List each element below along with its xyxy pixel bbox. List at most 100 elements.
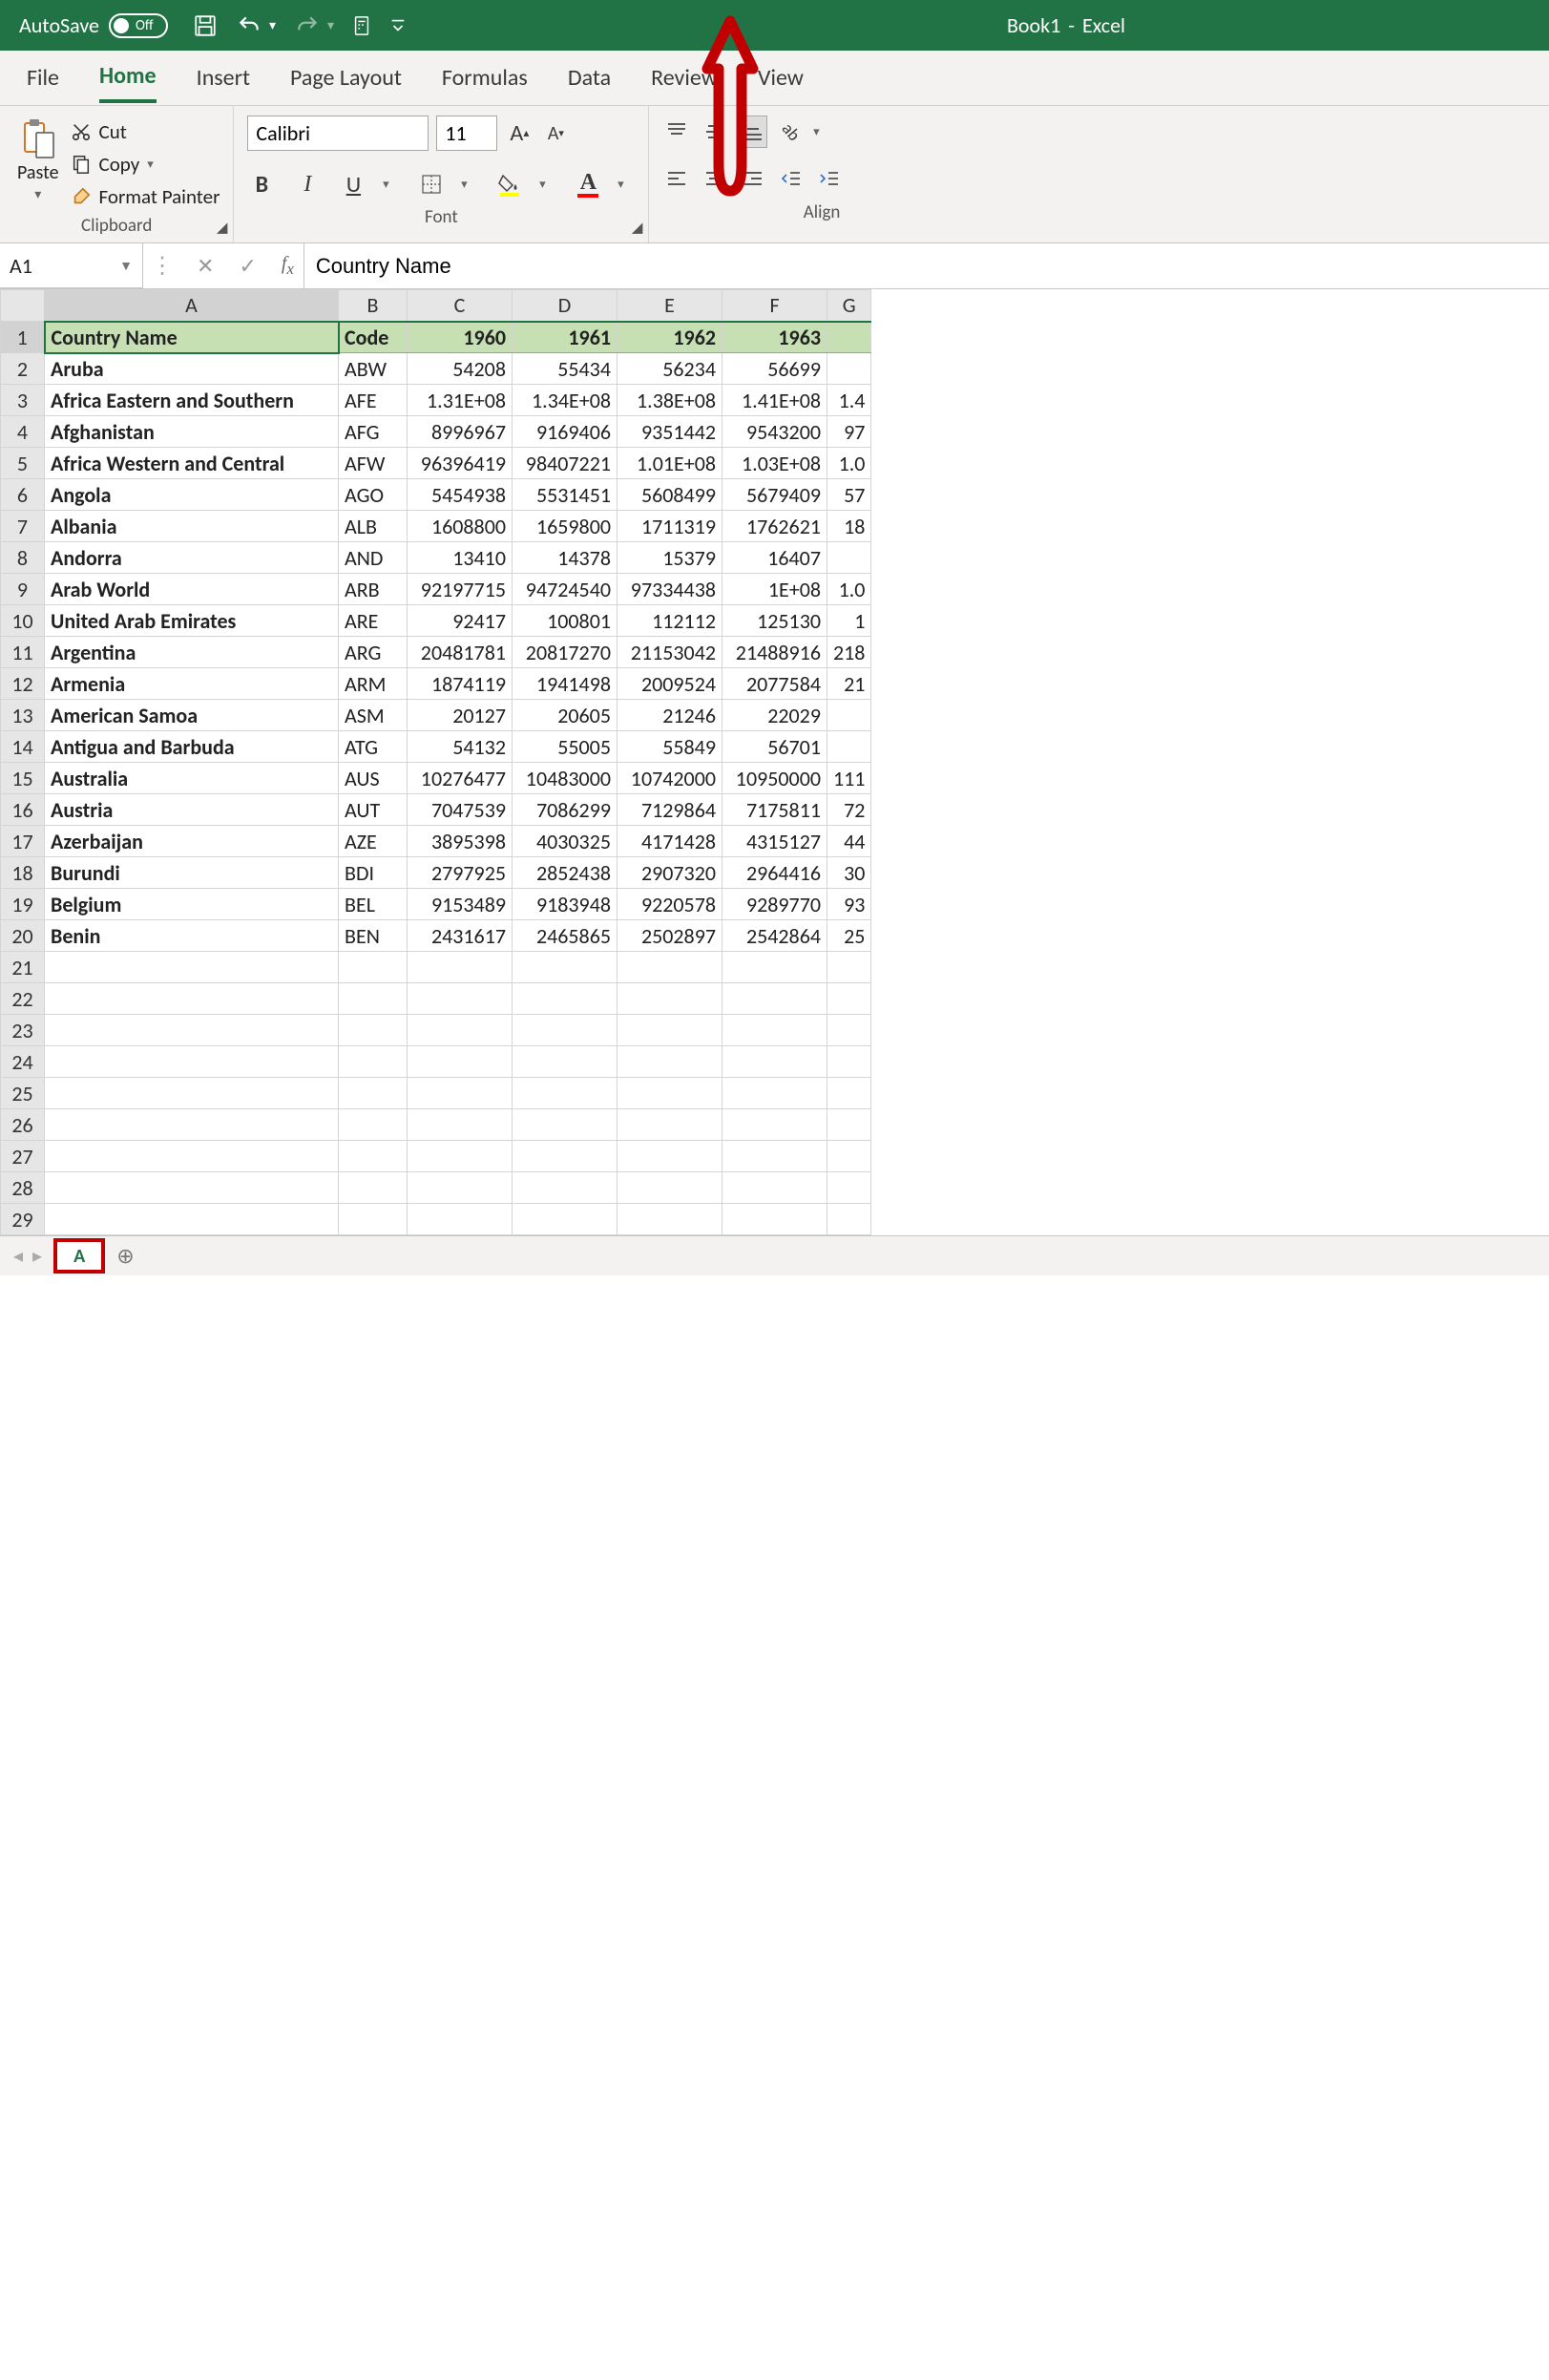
empty-cell[interactable] bbox=[513, 983, 618, 1015]
data-cell[interactable]: 56699 bbox=[722, 353, 827, 385]
data-cell[interactable]: 1762621 bbox=[722, 511, 827, 542]
empty-cell[interactable] bbox=[513, 1015, 618, 1046]
align-left-icon[interactable] bbox=[662, 163, 691, 196]
row-header[interactable]: 4 bbox=[1, 416, 45, 448]
autosave-toggle[interactable]: AutoSave Off bbox=[19, 12, 168, 38]
orientation-dropdown-icon[interactable]: ▾ bbox=[802, 116, 830, 148]
data-cell[interactable]: Arab World bbox=[45, 574, 339, 605]
data-cell[interactable]: 9153489 bbox=[408, 889, 513, 920]
data-cell[interactable]: Antigua and Barbuda bbox=[45, 731, 339, 763]
fx-icon[interactable]: fx bbox=[272, 253, 304, 279]
data-cell[interactable]: 4171428 bbox=[618, 826, 722, 857]
cancel-formula-icon[interactable]: ✕ bbox=[197, 253, 214, 279]
redo-icon[interactable] bbox=[293, 13, 322, 38]
data-cell[interactable]: 1.31E+08 bbox=[408, 385, 513, 416]
empty-cell[interactable] bbox=[618, 1046, 722, 1078]
bold-button[interactable]: B bbox=[247, 168, 276, 200]
empty-cell[interactable] bbox=[618, 1141, 722, 1172]
data-cell[interactable]: 2907320 bbox=[618, 857, 722, 889]
data-cell[interactable]: 7175811 bbox=[722, 794, 827, 826]
data-cell[interactable]: 8996967 bbox=[408, 416, 513, 448]
qat-customize-icon[interactable] bbox=[389, 15, 407, 36]
column-header[interactable]: C bbox=[408, 290, 513, 322]
data-cell[interactable]: 2431617 bbox=[408, 920, 513, 952]
data-cell[interactable]: 54132 bbox=[408, 731, 513, 763]
column-header[interactable]: F bbox=[722, 290, 827, 322]
data-cell[interactable]: 94724540 bbox=[513, 574, 618, 605]
data-cell[interactable]: AGO bbox=[339, 479, 408, 511]
data-cell[interactable] bbox=[827, 542, 871, 574]
data-cell[interactable]: ARG bbox=[339, 637, 408, 668]
row-header[interactable]: 19 bbox=[1, 889, 45, 920]
empty-cell[interactable] bbox=[408, 1204, 513, 1235]
empty-cell[interactable] bbox=[339, 1141, 408, 1172]
row-header[interactable]: 7 bbox=[1, 511, 45, 542]
data-cell[interactable]: ABW bbox=[339, 353, 408, 385]
data-cell[interactable]: 25 bbox=[827, 920, 871, 952]
data-cell[interactable]: ARB bbox=[339, 574, 408, 605]
tab-data[interactable]: Data bbox=[568, 54, 611, 101]
data-cell[interactable]: 2465865 bbox=[513, 920, 618, 952]
borders-dropdown-icon[interactable]: ▾ bbox=[450, 168, 478, 200]
header-cell[interactable] bbox=[827, 322, 871, 353]
spreadsheet-grid[interactable]: ABCDEFG1Country NameCode1960196119621963… bbox=[0, 289, 1549, 1235]
data-cell[interactable]: 55849 bbox=[618, 731, 722, 763]
empty-cell[interactable] bbox=[408, 1078, 513, 1109]
empty-cell[interactable] bbox=[827, 1015, 871, 1046]
row-header[interactable]: 5 bbox=[1, 448, 45, 479]
empty-cell[interactable] bbox=[339, 1204, 408, 1235]
data-cell[interactable]: 9543200 bbox=[722, 416, 827, 448]
data-cell[interactable]: ARM bbox=[339, 668, 408, 700]
name-box-dropdown-icon[interactable]: ▼ bbox=[119, 258, 133, 274]
data-cell[interactable]: Angola bbox=[45, 479, 339, 511]
data-cell[interactable]: 5454938 bbox=[408, 479, 513, 511]
empty-cell[interactable] bbox=[339, 1172, 408, 1204]
data-cell[interactable]: 1.4 bbox=[827, 385, 871, 416]
empty-cell[interactable] bbox=[618, 1172, 722, 1204]
data-cell[interactable]: 2964416 bbox=[722, 857, 827, 889]
fill-dropdown-icon[interactable]: ▾ bbox=[528, 168, 556, 200]
data-cell[interactable]: 20481781 bbox=[408, 637, 513, 668]
column-header[interactable]: B bbox=[339, 290, 408, 322]
data-cell[interactable]: Australia bbox=[45, 763, 339, 794]
data-cell[interactable]: 30 bbox=[827, 857, 871, 889]
empty-cell[interactable] bbox=[45, 1078, 339, 1109]
empty-cell[interactable] bbox=[618, 1015, 722, 1046]
clipboard-dialog-launcher-icon[interactable]: ◢ bbox=[217, 219, 228, 237]
decrease-indent-icon[interactable] bbox=[777, 163, 806, 196]
undo-dropdown-icon[interactable]: ▾ bbox=[269, 17, 276, 33]
header-cell[interactable]: 1962 bbox=[618, 322, 722, 353]
data-cell[interactable]: BEN bbox=[339, 920, 408, 952]
empty-cell[interactable] bbox=[827, 1204, 871, 1235]
data-cell[interactable]: 4315127 bbox=[722, 826, 827, 857]
empty-cell[interactable] bbox=[513, 1141, 618, 1172]
data-cell[interactable]: Armenia bbox=[45, 668, 339, 700]
row-header[interactable]: 22 bbox=[1, 983, 45, 1015]
align-top-icon[interactable] bbox=[662, 116, 691, 148]
tab-home[interactable]: Home bbox=[99, 53, 157, 103]
data-cell[interactable]: Azerbaijan bbox=[45, 826, 339, 857]
row-header[interactable]: 18 bbox=[1, 857, 45, 889]
empty-cell[interactable] bbox=[45, 1015, 339, 1046]
underline-button[interactable]: U bbox=[339, 168, 367, 200]
data-cell[interactable]: 56701 bbox=[722, 731, 827, 763]
data-cell[interactable]: 97334438 bbox=[618, 574, 722, 605]
row-header[interactable]: 8 bbox=[1, 542, 45, 574]
empty-cell[interactable] bbox=[339, 983, 408, 1015]
undo-icon[interactable] bbox=[235, 13, 263, 38]
empty-cell[interactable] bbox=[827, 1046, 871, 1078]
data-cell[interactable]: 7129864 bbox=[618, 794, 722, 826]
data-cell[interactable]: 10483000 bbox=[513, 763, 618, 794]
data-cell[interactable]: 9351442 bbox=[618, 416, 722, 448]
empty-cell[interactable] bbox=[513, 952, 618, 983]
tab-file[interactable]: File bbox=[27, 54, 59, 101]
data-cell[interactable]: 56234 bbox=[618, 353, 722, 385]
data-cell[interactable]: 10742000 bbox=[618, 763, 722, 794]
data-cell[interactable]: American Samoa bbox=[45, 700, 339, 731]
data-cell[interactable]: Albania bbox=[45, 511, 339, 542]
data-cell[interactable]: Austria bbox=[45, 794, 339, 826]
data-cell[interactable]: 9183948 bbox=[513, 889, 618, 920]
column-header[interactable]: D bbox=[513, 290, 618, 322]
data-cell[interactable]: 5531451 bbox=[513, 479, 618, 511]
row-header[interactable]: 26 bbox=[1, 1109, 45, 1141]
